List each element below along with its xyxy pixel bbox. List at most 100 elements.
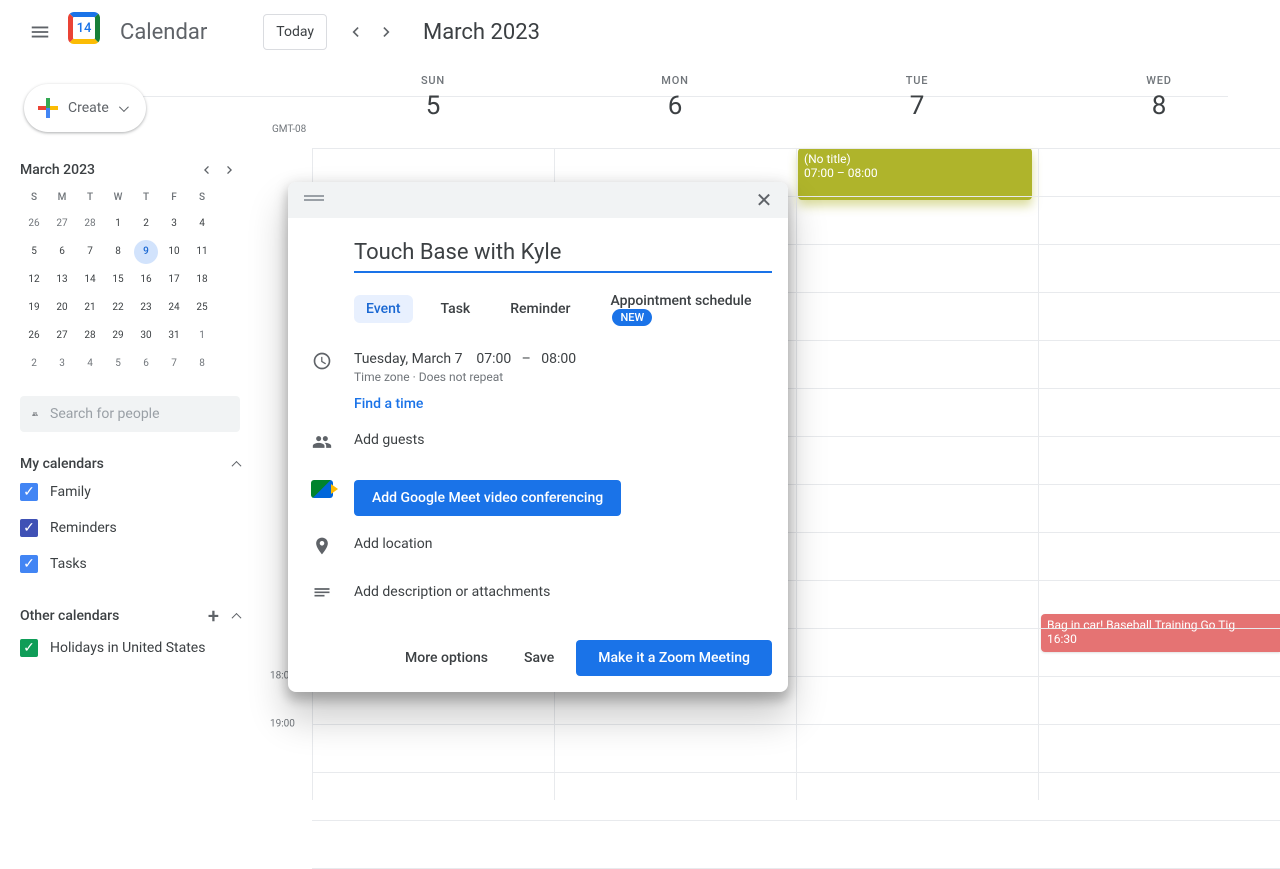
add-guests-button[interactable]: Add guests: [354, 432, 424, 448]
mini-day[interactable]: 7: [78, 240, 102, 264]
tab-appointment-schedule[interactable]: Appointment schedule NEW: [598, 287, 772, 331]
mini-day[interactable]: 26: [22, 324, 46, 348]
chevron-right-icon: [377, 22, 397, 42]
event-block-baseball[interactable]: Bag in car! Baseball Training Go Tig 16:…: [1041, 614, 1280, 652]
mini-day[interactable]: 11: [190, 240, 214, 264]
day-header[interactable]: TUE7: [796, 64, 1038, 148]
mini-day[interactable]: 7: [162, 352, 186, 376]
mini-weekday: W: [104, 186, 132, 210]
mini-day[interactable]: 19: [22, 296, 46, 320]
mini-day[interactable]: 8: [190, 352, 214, 376]
mini-day[interactable]: 4: [190, 212, 214, 236]
zoom-meeting-button[interactable]: Make it a Zoom Meeting: [576, 640, 772, 676]
tab-reminder[interactable]: Reminder: [498, 295, 582, 323]
calendar-item[interactable]: ✓Reminders: [20, 512, 240, 544]
mini-day[interactable]: 1: [190, 324, 214, 348]
day-abbr: WED: [1038, 74, 1280, 87]
dialog-header[interactable]: ✕: [288, 182, 788, 218]
mini-day[interactable]: 5: [106, 352, 130, 376]
calendar-item[interactable]: ✓Holidays in United States: [20, 632, 240, 664]
mini-day[interactable]: 27: [50, 212, 74, 236]
mini-day[interactable]: 3: [50, 352, 74, 376]
chevron-up-icon: [232, 612, 242, 622]
timezone-label: GMT-08: [272, 124, 306, 135]
create-button[interactable]: Create: [24, 84, 146, 132]
search-people-input[interactable]: [50, 406, 228, 422]
mini-day[interactable]: 30: [134, 324, 158, 348]
mini-day[interactable]: 20: [50, 296, 74, 320]
mini-day[interactable]: 28: [78, 212, 102, 236]
tab-task[interactable]: Task: [429, 295, 483, 323]
event-datetime-row[interactable]: Tuesday, March 7 07:00 – 08:00: [354, 351, 576, 367]
calendar-checkbox[interactable]: ✓: [20, 483, 38, 501]
mini-day[interactable]: 8: [106, 240, 130, 264]
header-date-range[interactable]: March 2023: [423, 20, 540, 45]
event-title: (No title): [804, 152, 1026, 166]
add-meet-button[interactable]: Add Google Meet video conferencing: [354, 480, 621, 516]
mini-day[interactable]: 5: [22, 240, 46, 264]
day-header[interactable]: WED8: [1038, 64, 1280, 148]
mini-day[interactable]: 21: [78, 296, 102, 320]
timezone-repeat-text[interactable]: Time zone · Does not repeat: [354, 370, 576, 384]
add-location-button[interactable]: Add location: [354, 536, 432, 552]
add-calendar-button[interactable]: +: [208, 604, 219, 628]
calendar-checkbox[interactable]: ✓: [20, 519, 38, 537]
prev-period-button[interactable]: [339, 16, 371, 48]
mini-weekday: T: [76, 186, 104, 210]
mini-day[interactable]: 26: [22, 212, 46, 236]
search-people-field[interactable]: [20, 396, 240, 432]
mini-next-button[interactable]: [218, 158, 242, 182]
mini-day[interactable]: 28: [78, 324, 102, 348]
mini-prev-button[interactable]: [194, 158, 218, 182]
more-options-button[interactable]: More options: [391, 642, 502, 674]
mini-day[interactable]: 15: [106, 268, 130, 292]
chevron-right-icon: [222, 162, 238, 178]
mini-day[interactable]: 27: [50, 324, 74, 348]
other-calendars-toggle[interactable]: Other calendars +: [20, 604, 240, 628]
calendar-item[interactable]: ✓Tasks: [20, 548, 240, 580]
menu-icon: [29, 21, 51, 43]
mini-day[interactable]: 18: [190, 268, 214, 292]
app-title: Calendar: [120, 20, 207, 45]
mini-day[interactable]: 6: [50, 240, 74, 264]
save-button[interactable]: Save: [510, 642, 568, 674]
create-label: Create: [68, 100, 109, 116]
today-button[interactable]: Today: [263, 14, 327, 50]
mini-day[interactable]: 31: [162, 324, 186, 348]
event-title-input[interactable]: [354, 234, 772, 273]
find-time-link[interactable]: Find a time: [354, 396, 576, 412]
calendar-checkbox[interactable]: ✓: [20, 555, 38, 573]
mini-day[interactable]: 24: [162, 296, 186, 320]
close-dialog-button[interactable]: ✕: [748, 184, 780, 216]
mini-day[interactable]: 3: [162, 212, 186, 236]
day-header[interactable]: SUN5: [312, 64, 554, 148]
next-period-button[interactable]: [371, 16, 403, 48]
mini-day[interactable]: 2: [134, 212, 158, 236]
event-block-new[interactable]: (No title) 07:00 – 08:00: [798, 148, 1032, 200]
mini-day[interactable]: 22: [106, 296, 130, 320]
mini-calendar-grid[interactable]: SMTWTFS262728123456789101112131415161718…: [20, 186, 256, 378]
my-calendars-toggle[interactable]: My calendars: [20, 456, 240, 472]
mini-day[interactable]: 23: [134, 296, 158, 320]
drag-handle-icon[interactable]: [304, 199, 324, 201]
calendar-item[interactable]: ✓Family: [20, 476, 240, 508]
day-header[interactable]: MON6: [554, 64, 796, 148]
mini-day[interactable]: 13: [50, 268, 74, 292]
mini-day[interactable]: 6: [134, 352, 158, 376]
mini-day[interactable]: 4: [78, 352, 102, 376]
tab-event[interactable]: Event: [354, 295, 413, 323]
mini-day[interactable]: 12: [22, 268, 46, 292]
mini-day[interactable]: 25: [190, 296, 214, 320]
mini-day[interactable]: 17: [162, 268, 186, 292]
mini-day[interactable]: 29: [106, 324, 130, 348]
mini-day[interactable]: 10: [162, 240, 186, 264]
mini-day[interactable]: 1: [106, 212, 130, 236]
mini-day[interactable]: 14: [78, 268, 102, 292]
calendar-checkbox[interactable]: ✓: [20, 639, 38, 657]
mini-day[interactable]: 16: [134, 268, 158, 292]
mini-day[interactable]: 9: [134, 240, 158, 264]
mini-day[interactable]: 2: [22, 352, 46, 376]
calendar-logo: 14: [68, 12, 108, 52]
main-menu-button[interactable]: [16, 8, 64, 56]
add-description-button[interactable]: Add description or attachments: [354, 584, 550, 600]
